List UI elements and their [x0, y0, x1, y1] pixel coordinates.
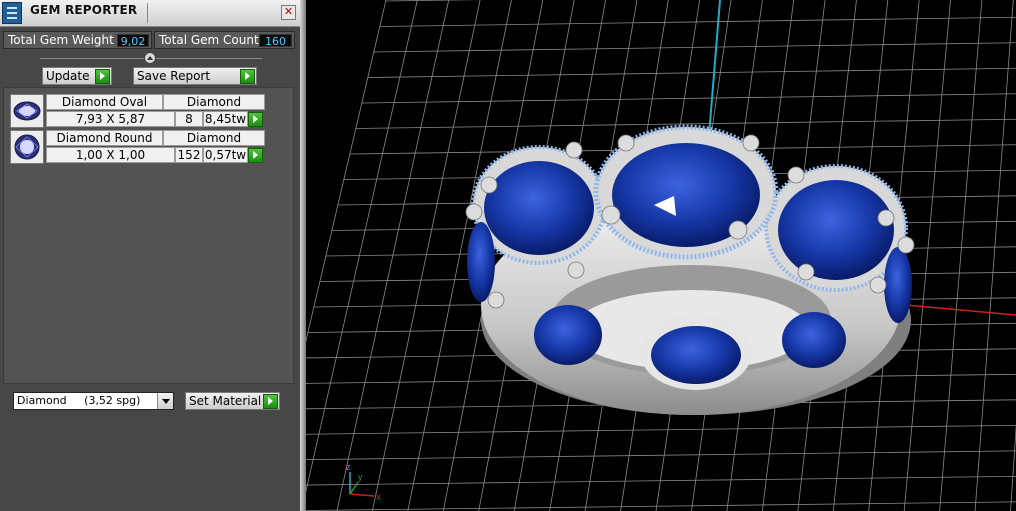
gem-weight: 8,45tw: [203, 111, 248, 127]
oval-gem-thumbnail-icon: [10, 94, 44, 128]
gem-name: Diamond Oval: [46, 94, 163, 110]
grid-line: [974, 0, 1014, 511]
set-material-button-label: Set Material: [189, 394, 262, 408]
grid-line: [385, 0, 482, 2]
grid-line: [903, 0, 951, 511]
title-divider: [147, 3, 148, 23]
total-gem-weight-value: 9,02: [117, 34, 149, 48]
gem-name: Diamond Round: [46, 130, 163, 146]
play-arrow-icon: [263, 394, 278, 409]
gem-count: 152: [175, 147, 203, 163]
triad-y-label: y: [358, 472, 363, 482]
round-gem-thumbnail-icon: [10, 130, 44, 164]
gem-oval-far-right: [884, 247, 912, 323]
viewport-canvas[interactable]: x y z: [306, 0, 1016, 511]
title-bar[interactable]: GEM REPORTER ✕: [0, 0, 300, 27]
save-report-button-label: Save Report: [137, 69, 211, 83]
gem-oval-left: [484, 161, 594, 255]
gem-material: Diamond: [163, 94, 265, 110]
gem-weight: 0,57tw: [203, 147, 248, 163]
gem-count: 8: [175, 111, 203, 127]
ring-model[interactable]: [465, 124, 915, 415]
triad-x-label: x: [376, 492, 381, 503]
grid-line: [1010, 423, 1016, 511]
play-arrow-icon: [240, 69, 255, 84]
total-gem-count: Total Gem Count 160: [154, 31, 295, 49]
gem-oval-right: [778, 180, 894, 280]
gem-oval-lower-left: [534, 305, 602, 365]
close-icon[interactable]: ✕: [281, 5, 296, 20]
gem-reporter-app-icon: [2, 2, 22, 24]
z-axis-line: [707, 0, 721, 149]
gem-oval-far-left: [467, 222, 495, 302]
gem-row-diamond-round[interactable]: Diamond Round Diamond 1,00 X 1,00 152 0,…: [10, 130, 272, 164]
material-select-value: Diamond (3,52 spg): [17, 394, 141, 407]
total-gem-count-label: Total Gem Count: [159, 33, 259, 47]
axis-triad: x y z: [346, 462, 381, 503]
total-gem-weight-label: Total Gem Weight: [8, 33, 114, 47]
update-button-label: Update: [46, 69, 90, 83]
gem-size: 7,93 X 5,87: [46, 111, 175, 127]
grid-line: [306, 424, 1016, 435]
gem-select-button[interactable]: [248, 112, 263, 127]
play-arrow-icon: [95, 69, 110, 84]
set-material-button[interactable]: Set Material: [185, 392, 280, 410]
gem-reporter-panel: GEM REPORTER ✕ Total Gem Weight 9,02 Tot…: [0, 0, 300, 511]
grid-line: [306, 501, 1016, 511]
gem-oval-lower-right: [782, 312, 846, 368]
gem-list: Diamond Oval Diamond 7,93 X 5,87 8 8,45t…: [3, 87, 294, 384]
collapse-toggle-icon[interactable]: [144, 52, 156, 64]
grid-line: [939, 0, 983, 511]
window-title: GEM REPORTER: [30, 3, 138, 17]
gem-size: 1,00 X 1,00: [46, 147, 175, 163]
gem-select-button[interactable]: [248, 148, 263, 163]
update-button[interactable]: Update: [42, 67, 112, 85]
triad-z-label: z: [346, 462, 351, 472]
total-gem-count-value: 160: [259, 34, 292, 48]
save-report-button[interactable]: Save Report: [133, 67, 257, 85]
material-select[interactable]: Diamond (3,52 spg): [13, 392, 174, 410]
gem-oval-lower-center: [651, 326, 741, 384]
gem-row-diamond-oval[interactable]: Diamond Oval Diamond 7,93 X 5,87 8 8,45t…: [10, 94, 272, 128]
total-gem-weight: Total Gem Weight 9,02: [3, 31, 152, 49]
triad-x-axis: [349, 493, 375, 497]
3d-viewport[interactable]: x y z: [306, 0, 1016, 511]
gem-material: Diamond: [163, 130, 265, 146]
triad-y-axis: [349, 481, 359, 495]
chevron-down-icon[interactable]: [157, 393, 173, 409]
